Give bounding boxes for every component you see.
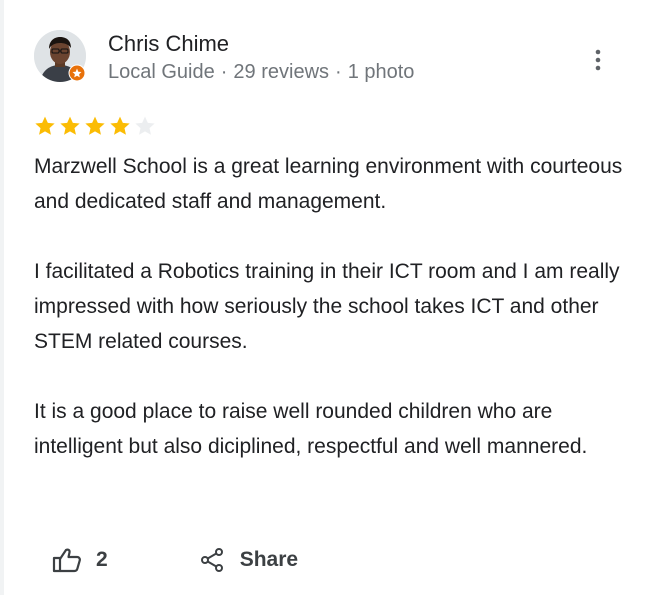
star-filled-icon [60,116,80,135]
review-paragraph: Marzwell School is a great learning envi… [34,155,623,213]
meta-separator: · [335,61,342,83]
review-header: Chris Chime Local Guide · 29 reviews · 1 pho… [34,28,624,88]
review-paragraph: It is a good place to raise well rounded… [34,400,588,458]
star-filled-icon [35,116,55,135]
like-button[interactable]: 2 [52,547,108,573]
review-text: Marzwell School is a great learning envi… [34,149,634,464]
share-button[interactable]: Share [200,547,298,573]
avatar-wrap[interactable] [34,30,86,82]
share-icon [200,548,223,572]
photo-count: 1 photo [347,61,415,83]
star-filled-icon [85,116,105,135]
star-filled-icon [110,116,130,135]
review-actions: 2 Share [52,540,298,580]
review-count: 29 reviews [233,61,330,83]
local-guide-label: Local Guide [108,61,215,83]
share-label: Share [239,548,299,571]
review-paragraph: I facilitated a Robotics training in the… [34,260,620,353]
like-count: 2 [96,548,108,571]
meta-separator: · [220,61,228,83]
star-empty-icon [135,116,155,135]
more-vert-icon [595,49,601,71]
star-rating [34,115,156,137]
reviewer-name[interactable]: Chris Chime [108,31,229,57]
local-guide-badge-icon [68,64,86,82]
more-options-button[interactable] [586,40,610,80]
thumb-up-icon [52,548,81,573]
review-card: Chris Chime Local Guide · 29 reviews · 1 pho… [0,0,651,595]
reviewer-meta: Local Guide · 29 reviews · 1 photo [108,61,414,84]
